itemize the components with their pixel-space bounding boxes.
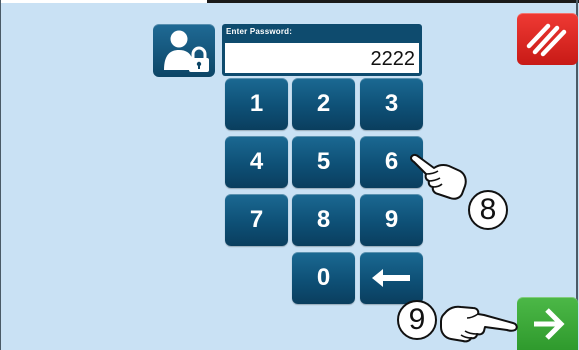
password-input[interactable] [225, 43, 419, 73]
cancel-stripes-icon [526, 23, 567, 57]
key-1[interactable]: 1 [225, 78, 288, 130]
cancel-button[interactable] [517, 13, 578, 65]
password-label: Enter Password: [226, 27, 293, 36]
key-3[interactable]: 3 [360, 78, 423, 130]
arrow-right-icon [534, 308, 565, 340]
pointing-hand-icon [440, 305, 518, 343]
frame-border-left [0, 0, 1, 350]
key-2[interactable]: 2 [292, 78, 355, 130]
step-9-badge: 9 [397, 300, 437, 340]
key-7[interactable]: 7 [225, 194, 288, 246]
password-panel: Enter Password: [222, 24, 422, 76]
confirm-button[interactable] [517, 297, 578, 350]
top-frame-strip [207, 0, 579, 3]
user-lock-icon [164, 30, 209, 72]
backspace-button[interactable] [360, 252, 423, 304]
user-lock-tile [153, 24, 215, 77]
step-8-badge: 8 [468, 190, 508, 230]
arrow-left-icon [371, 269, 410, 287]
pointing-hand-icon [409, 153, 467, 200]
key-0[interactable]: 0 [292, 252, 355, 304]
key-5[interactable]: 5 [292, 136, 355, 188]
key-8[interactable]: 8 [292, 194, 355, 246]
key-4[interactable]: 4 [225, 136, 288, 188]
